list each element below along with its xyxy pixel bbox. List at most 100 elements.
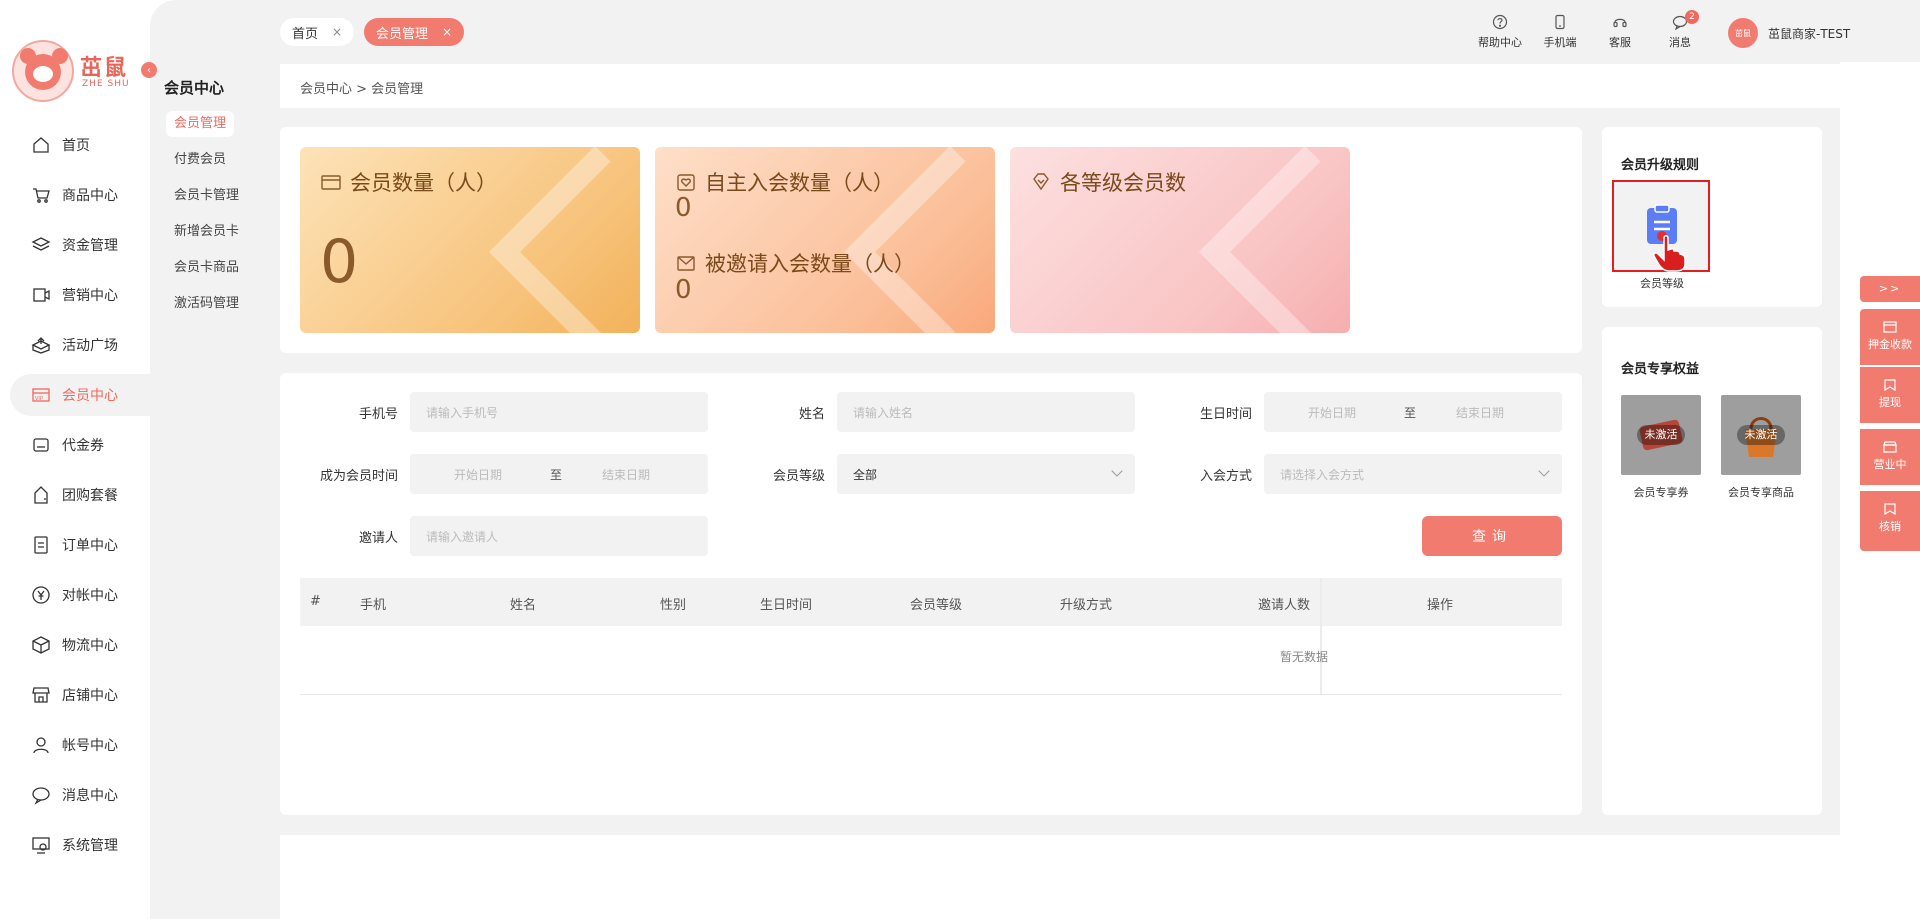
exclusive-coupon-thumb[interactable]: 未激活 xyxy=(1621,395,1701,475)
side-tab-verify[interactable]: 核销 xyxy=(1860,491,1920,551)
invite-mail-icon xyxy=(677,256,695,271)
col-actions: 操作 xyxy=(1427,598,1454,613)
nav-item-home[interactable]: 首页 xyxy=(10,124,150,166)
table-bottom-line xyxy=(300,694,1562,695)
exclusive-goods-thumb[interactable]: 未激活 xyxy=(1721,395,1801,475)
customer-service-button[interactable]: 客服 xyxy=(1595,14,1645,50)
name-input[interactable]: 请输入姓名 xyxy=(837,392,1135,432)
inviter-label: 邀请人 xyxy=(358,531,398,546)
nav-label: 物流中心 xyxy=(62,638,118,654)
user-menu[interactable]: 茁鼠 茁鼠商家-TEST xyxy=(1728,18,1850,48)
exclusive-goods-label: 会员专享商品 xyxy=(1728,486,1794,499)
member-time-label: 成为会员时间 xyxy=(319,469,398,484)
nav-label: 系统管理 xyxy=(62,838,118,854)
nav-label: 团购套餐 xyxy=(62,488,118,504)
query-button[interactable]: 查询 xyxy=(1422,516,1562,556)
nav-item-system[interactable]: 系统管理 xyxy=(10,824,150,866)
col-upgrade-method: 升级方式 xyxy=(1060,598,1113,613)
main-nav: 茁鼠 ZHE SHU 首页 商品中心 资金管理 营销中心 活动广场 VIP 会员… xyxy=(0,0,150,919)
column-divider xyxy=(1320,578,1322,694)
subnav-item-card-goods[interactable]: 会员卡商品 xyxy=(166,255,247,281)
home-icon xyxy=(30,134,52,156)
nav-item-message[interactable]: 消息中心 xyxy=(10,774,150,816)
chevron-down-icon xyxy=(1111,465,1123,477)
activity-icon xyxy=(30,334,52,356)
nav-item-member[interactable]: VIP 会员中心 xyxy=(10,374,150,416)
cart-icon xyxy=(30,184,52,206)
breadcrumb: 会员中心 > 会员管理 xyxy=(300,82,424,97)
member-level-label: 会员等级 xyxy=(1640,277,1684,290)
nav-item-logistics[interactable]: 物流中心 xyxy=(10,624,150,666)
nav-item-marketing[interactable]: 营销中心 xyxy=(10,274,150,316)
nav-label: 活动广场 xyxy=(62,338,118,354)
subnav-item-new-card[interactable]: 新增会员卡 xyxy=(166,219,247,245)
user-icon xyxy=(30,734,52,756)
close-icon[interactable]: × xyxy=(332,25,342,39)
phone-input[interactable]: 请输入手机号 xyxy=(410,392,708,432)
member-time-range-input[interactable]: 开始日期 至 结束日期 xyxy=(410,454,708,494)
collapse-nav-icon[interactable]: ‹ xyxy=(141,62,157,78)
inviter-input[interactable]: 请输入邀请人 xyxy=(410,516,708,556)
close-icon[interactable]: × xyxy=(442,25,452,39)
col-level: 会员等级 xyxy=(910,598,963,613)
nav-item-account[interactable]: 帐号中心 xyxy=(10,724,150,766)
invited-title: 被邀请入会数量（人） xyxy=(675,248,915,278)
birthday-label: 生日时间 xyxy=(1199,407,1252,422)
side-tab-deposit[interactable]: 押金收款 xyxy=(1860,309,1920,365)
layers-icon xyxy=(30,234,52,256)
withdraw-icon xyxy=(1884,379,1896,391)
tab-home[interactable]: 首页 × xyxy=(280,18,355,46)
member-count-card: 会员数量（人） 0 xyxy=(300,147,640,333)
col-name: 姓名 xyxy=(510,598,537,613)
mobile-icon xyxy=(1552,14,1568,30)
benefits-title: 会员专享权益 xyxy=(1621,362,1700,377)
help-center-button[interactable]: 帮助中心 xyxy=(1475,14,1525,50)
nav-item-group-buy[interactable]: 团购套餐 xyxy=(10,474,150,516)
tool-label: 手机端 xyxy=(1543,36,1577,49)
nav-label: 订单中心 xyxy=(62,538,118,554)
nav-item-reconcile[interactable]: 对帐中心 xyxy=(10,574,150,616)
exclusive-coupon-label: 会员专享券 xyxy=(1633,486,1689,499)
member-level-button[interactable] xyxy=(1612,180,1710,272)
birthday-range-input[interactable]: 开始日期 至 结束日期 xyxy=(1264,392,1562,432)
join-method-select[interactable]: 请选择入会方式 xyxy=(1264,454,1562,494)
nav-item-coupon[interactable]: 代金券 xyxy=(10,424,150,466)
heart-card-icon xyxy=(677,174,695,191)
mobile-button[interactable]: 手机端 xyxy=(1535,14,1585,50)
message-count-badge: 2 xyxy=(1685,10,1699,24)
subnav-title: 会员中心 xyxy=(164,79,225,97)
expand-side-button[interactable]: >> xyxy=(1860,276,1920,302)
table-header: # 手机 姓名 性别 生日时间 会员等级 升级方式 邀请人数 操作 xyxy=(300,578,1562,694)
level-label: 会员等级 xyxy=(772,469,825,484)
user-name: 茁鼠商家-TEST xyxy=(1768,26,1851,41)
coupon-icon xyxy=(30,434,52,456)
side-tab-open[interactable]: 营业中 xyxy=(1860,429,1920,485)
side-tab-withdraw[interactable]: 提现 xyxy=(1860,367,1920,423)
subnav-item-activation-code[interactable]: 激活码管理 xyxy=(166,291,247,317)
brand-logo: 茁鼠 ZHE SHU xyxy=(12,38,142,102)
sub-nav xyxy=(150,0,280,919)
level-count-card: 各等级会员数 xyxy=(1010,147,1350,333)
subnav-item-member-manage[interactable]: 会员管理 xyxy=(166,111,235,137)
messages-button[interactable]: 2 消息 xyxy=(1655,10,1705,50)
avatar: 茁鼠 xyxy=(1728,18,1758,48)
nav-item-activity[interactable]: 活动广场 xyxy=(10,324,150,366)
phone-label: 手机号 xyxy=(358,407,398,422)
tool-label: 客服 xyxy=(1609,36,1631,49)
nav-item-order[interactable]: 订单中心 xyxy=(10,524,150,566)
box-icon xyxy=(30,634,52,656)
nav-item-funds[interactable]: 资金管理 xyxy=(10,224,150,266)
level-count-title: 各等级会员数 xyxy=(1030,167,1186,197)
level-select[interactable]: 全部 xyxy=(837,454,1135,494)
wallet-icon xyxy=(1883,321,1897,333)
tab-member-manage[interactable]: 会员管理 × xyxy=(364,18,465,46)
subnav-item-card-manage[interactable]: 会员卡管理 xyxy=(166,183,247,209)
nav-item-store[interactable]: 店铺中心 xyxy=(10,674,150,716)
birthday-end: 结束日期 xyxy=(1455,405,1504,420)
nav-item-goods[interactable]: 商品中心 xyxy=(10,174,150,216)
self-join-value: 0 xyxy=(675,193,692,223)
headset-icon xyxy=(1612,14,1628,30)
birthday-start: 开始日期 xyxy=(1307,405,1356,420)
nav-label: 商品中心 xyxy=(62,188,118,204)
subnav-item-paid-member[interactable]: 付费会员 xyxy=(166,147,234,173)
